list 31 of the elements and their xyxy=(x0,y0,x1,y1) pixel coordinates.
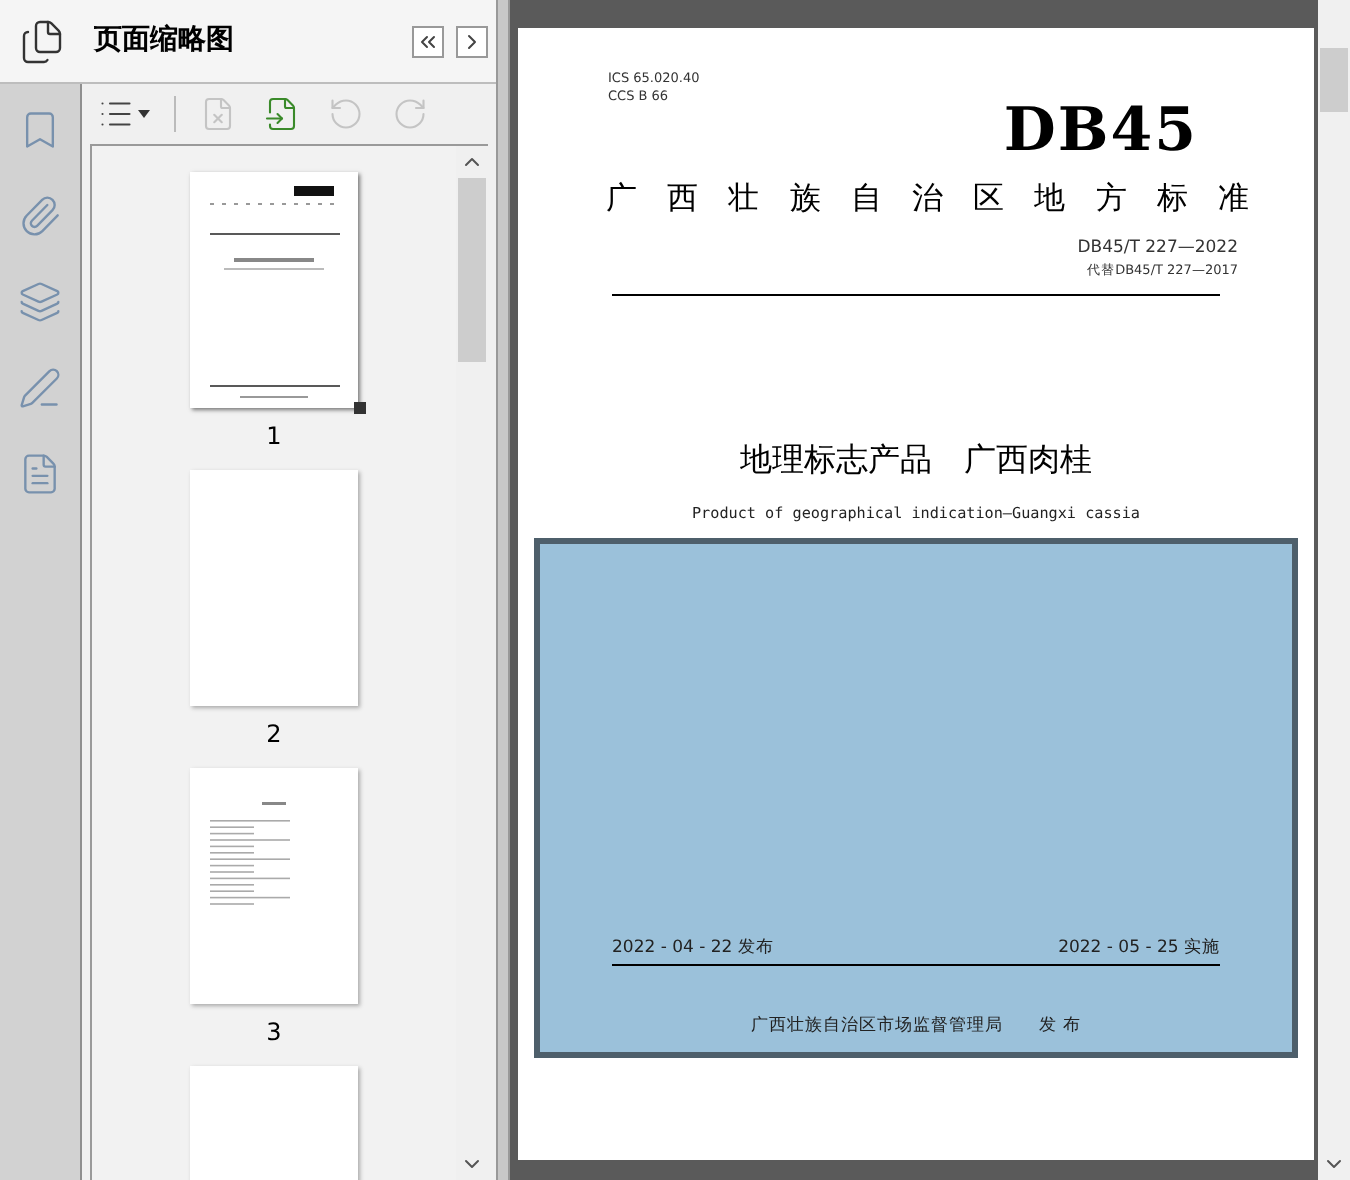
insert-page-icon xyxy=(264,96,300,132)
scrollbar-thumb[interactable] xyxy=(1320,48,1348,112)
paperclip-icon xyxy=(18,194,62,238)
page-thumbnail[interactable] xyxy=(190,470,358,706)
page-number: 2 xyxy=(266,720,282,748)
page-number: 3 xyxy=(266,1018,282,1046)
document-icon xyxy=(18,452,62,496)
page-thumbnail[interactable] xyxy=(190,172,358,408)
page-thumbnail[interactable] xyxy=(190,768,358,1004)
issue-date: 2022 - 04 - 22 发布 xyxy=(612,938,774,960)
issuing-authority: 广西壮族自治区市场监督管理局 发 布 xyxy=(751,1016,1081,1038)
next-button[interactable] xyxy=(456,25,488,57)
list-options-icon xyxy=(98,96,134,132)
collapse-button[interactable] xyxy=(412,25,444,57)
scrollbar-thumb[interactable] xyxy=(458,178,486,362)
scrollbar[interactable] xyxy=(1318,0,1350,1180)
document-title: 地理标志产品 广西肉桂 xyxy=(740,440,1092,480)
pages-icon[interactable] xyxy=(17,17,65,65)
page-number: 1 xyxy=(266,422,282,450)
standard-logo: DB45 xyxy=(1003,102,1198,162)
standard-number: DB45/T 227—2022 xyxy=(1077,238,1238,260)
delete-page-icon xyxy=(200,96,236,132)
rotate-left-icon xyxy=(328,96,364,132)
rotate-right-icon xyxy=(392,96,428,132)
standard-heading: 广西壮族自治区地方标准 xyxy=(604,178,1282,218)
panel-title: 页面缩略图 xyxy=(94,22,234,60)
selection-region[interactable]: 2022 - 04 - 22 发布 2022 - 05 - 25 实施 广西壮族自治区市场监督管理局 发 布 xyxy=(534,538,1298,1058)
current-page-marker xyxy=(354,402,366,414)
pen-icon xyxy=(18,366,62,410)
layers-icon xyxy=(18,280,62,324)
effective-date: 2022 - 05 - 25 实施 xyxy=(1058,938,1220,960)
